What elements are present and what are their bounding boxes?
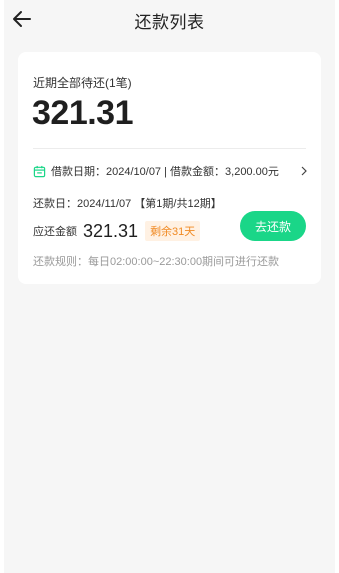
remaining-days-badge: 剩余31天 <box>145 221 201 241</box>
due-label: 应还金额 <box>33 226 77 238</box>
repayment-card: 近期全部待还(1笔) 321.31 借款日期：2024/10/07 | 借款金额… <box>18 52 321 284</box>
pay-button[interactable]: 去还款 <box>240 211 306 241</box>
loan-info-text: 借款日期：2024/10/07 | 借款金额：3,200.00元 <box>51 166 279 178</box>
page-title: 还款列表 <box>134 13 205 32</box>
summary-amount: 321.31 <box>32 94 134 132</box>
repay-rule: 还款规则：每日02:00:00~22:30:00期间可进行还款 <box>33 256 280 268</box>
nav-bar: 还款列表 <box>0 0 339 40</box>
due-row: 应还金额 321.31 剩余31天 <box>33 219 201 243</box>
repay-date: 还款日：2024/11/07 【第1期/共12期】 <box>33 198 222 210</box>
summary-label: 近期全部待还(1笔) <box>33 76 132 90</box>
divider <box>33 148 306 149</box>
calendar-icon <box>33 165 46 177</box>
loan-info-row[interactable]: 借款日期：2024/10/07 | 借款金额：3,200.00元 <box>33 162 309 180</box>
chevron-right-icon <box>301 166 307 176</box>
due-amount: 321.31 <box>83 220 139 241</box>
